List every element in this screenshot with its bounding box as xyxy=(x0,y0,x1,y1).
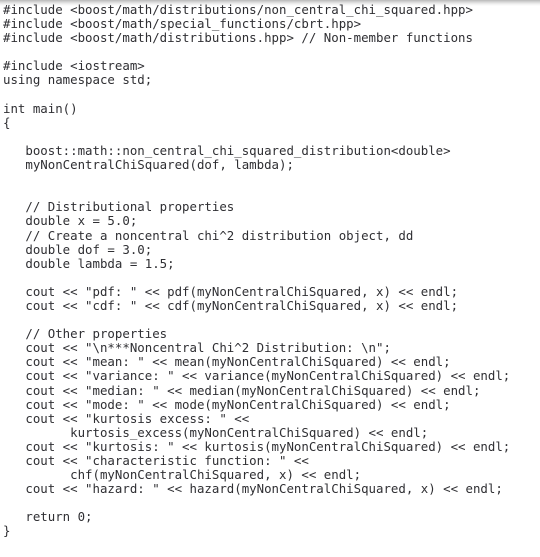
code-line: #include <boost/math/special_functions/c… xyxy=(3,16,362,32)
code-line: cout << "kurtosis excess: " << xyxy=(3,410,250,426)
code-line: cout << "mode: " << mode(myNonCentralChi… xyxy=(3,396,451,412)
code-line: cout << "hazard: " << hazard(myNonCentra… xyxy=(3,481,503,497)
code-line: chf(myNonCentralChiSquared, x) << endl; xyxy=(3,467,362,483)
code-line: // Distributional properties xyxy=(3,199,235,215)
code-line: cout << "characteristic function: " << xyxy=(3,453,309,468)
code-line: cout << "median: " << median(myNonCentra… xyxy=(3,382,481,398)
code-line: using namespace std; xyxy=(3,72,153,88)
code-line: #include <iostream> xyxy=(3,58,145,74)
code-line: cout << "cdf: " << cdf(myNonCentralChiSq… xyxy=(3,297,459,313)
code-line: return 0; xyxy=(3,509,93,525)
code-line: #include <boost/math/distributions.hpp> … xyxy=(3,30,473,46)
code-line: cout << "kurtosis: " << kurtosis(myNonCe… xyxy=(3,438,511,454)
code-line: cout << "\n***Noncentral Chi^2 Distribut… xyxy=(3,340,391,356)
code-line: double x = 5.0; xyxy=(3,213,138,229)
code-line: myNonCentralChiSquared(dof, lambda); xyxy=(3,157,294,173)
code-line: #include <boost/math/distributions/non_c… xyxy=(3,2,473,17)
code-line: boost::math::non_central_chi_squared_dis… xyxy=(3,142,451,158)
code-line: cout << "mean: " << mean(myNonCentralChi… xyxy=(3,354,451,370)
code-line: // Other properties xyxy=(3,326,168,342)
source-code-block: #include <boost/math/distributions/non_c… xyxy=(0,0,540,539)
code-line: int main() xyxy=(3,100,78,116)
code-line: // Create a noncentral chi^2 distributio… xyxy=(3,227,414,243)
code-line: double dof = 3.0; xyxy=(3,241,153,257)
code-listing-page: #include <boost/math/distributions/non_c… xyxy=(0,0,540,557)
code-line: { xyxy=(3,114,11,130)
code-line: cout << "variance: " << variance(myNonCe… xyxy=(3,368,511,384)
code-line: kurtosis_excess(myNonCentralChiSquared) … xyxy=(3,424,429,440)
code-line: cout << "pdf: " << pdf(myNonCentralChiSq… xyxy=(3,283,459,299)
code-line: double lambda = 1.5; xyxy=(3,255,175,271)
code-line: } xyxy=(3,523,11,539)
